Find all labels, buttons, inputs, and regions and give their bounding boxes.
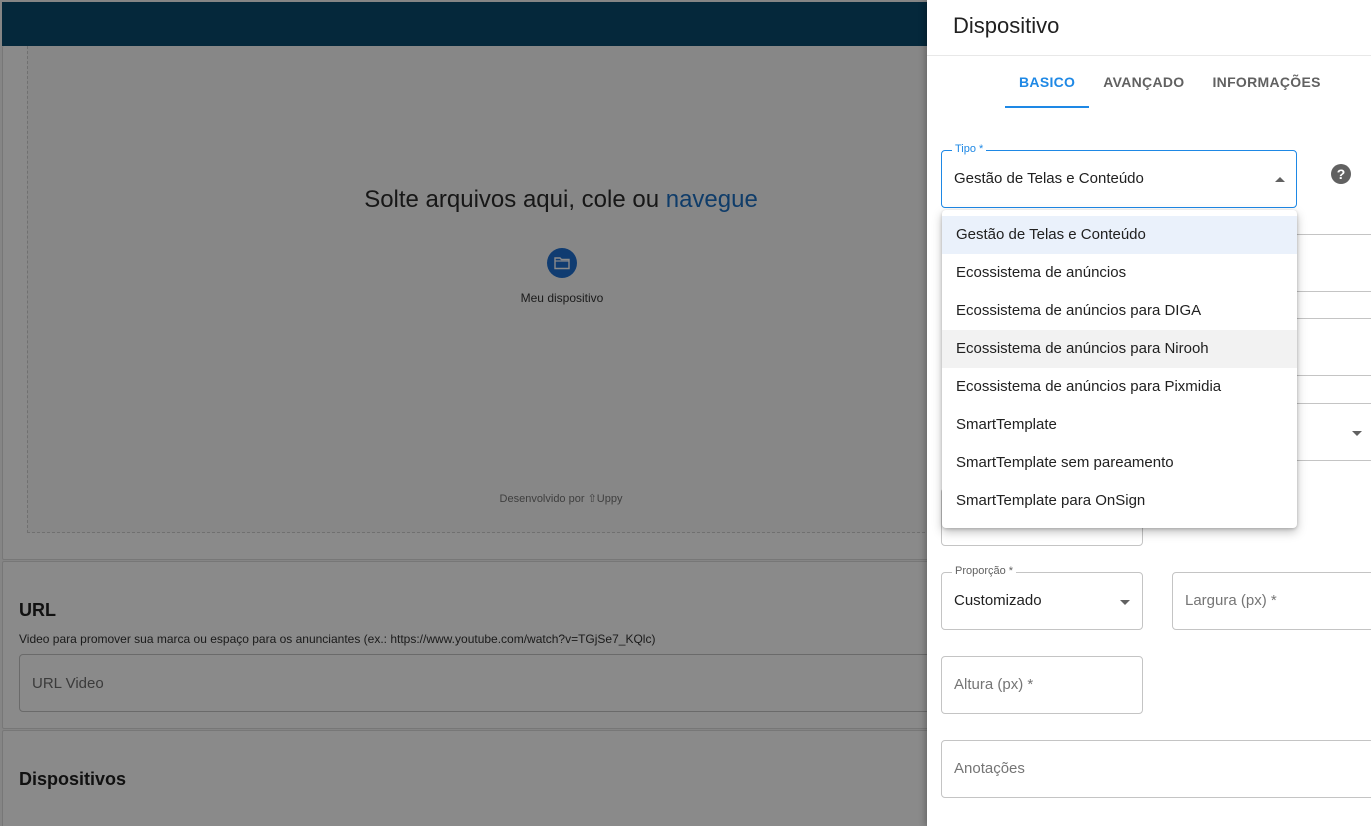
proporcao-value: Customizado	[954, 592, 1042, 609]
proporcao-select[interactable]: Proporção * Customizado	[941, 565, 1143, 630]
tipo-option[interactable]: SmartTemplate	[942, 406, 1297, 444]
largura-input[interactable]: Largura (px) *	[1172, 572, 1371, 630]
help-icon[interactable]: ?	[1331, 164, 1351, 184]
hidden-field-2[interactable]	[1297, 318, 1371, 376]
tipo-option[interactable]: Gestão de Telas e Conteúdo	[942, 216, 1297, 254]
tipo-option[interactable]: Ecossistema de anúncios	[942, 254, 1297, 292]
tipo-option[interactable]: Ecossistema de anúncios para DIGA	[942, 292, 1297, 330]
altura-placeholder: Altura (px) *	[954, 676, 1034, 693]
tipo-select[interactable]: Tipo * Gestão de Telas e Conteúdo	[941, 143, 1297, 208]
tipo-option[interactable]: Ecossistema de anúncios para Pixmidia	[942, 368, 1297, 406]
hidden-field-1[interactable]	[1297, 234, 1371, 292]
tab-informacoes[interactable]: INFORMAÇÕES	[1198, 58, 1334, 108]
anotacoes-placeholder: Anotações	[954, 760, 1025, 777]
tipo-option[interactable]: SmartTemplate sem pareamento	[942, 444, 1297, 482]
drawer-tabs: BASICO AVANÇADO INFORMAÇÕES	[1005, 58, 1335, 108]
drawer-title: Dispositivo	[953, 13, 1060, 38]
tipo-option[interactable]: Ecossistema de anúncios para Nirooh	[942, 330, 1297, 368]
anotacoes-input[interactable]: Anotações	[941, 740, 1371, 798]
tab-avancado[interactable]: AVANÇADO	[1089, 58, 1198, 108]
largura-placeholder: Largura (px) *	[1185, 592, 1277, 609]
drawer-divider	[927, 55, 1371, 56]
tab-basico[interactable]: BASICO	[1005, 58, 1090, 108]
tipo-value: Gestão de Telas e Conteúdo	[954, 170, 1144, 187]
altura-input[interactable]: Altura (px) *	[941, 656, 1143, 714]
chevron-down-icon	[1120, 600, 1130, 605]
tipo-label: Tipo *	[952, 143, 987, 155]
chevron-up-icon	[1275, 177, 1285, 182]
tipo-dropdown-menu: Gestão de Telas e Conteúdo Ecossistema d…	[942, 210, 1297, 528]
chevron-down-icon	[1352, 431, 1362, 436]
hidden-select-field[interactable]	[1297, 403, 1371, 461]
proporcao-label: Proporção *	[952, 565, 1017, 577]
tipo-option[interactable]: SmartTemplate para OnSign	[942, 482, 1297, 520]
